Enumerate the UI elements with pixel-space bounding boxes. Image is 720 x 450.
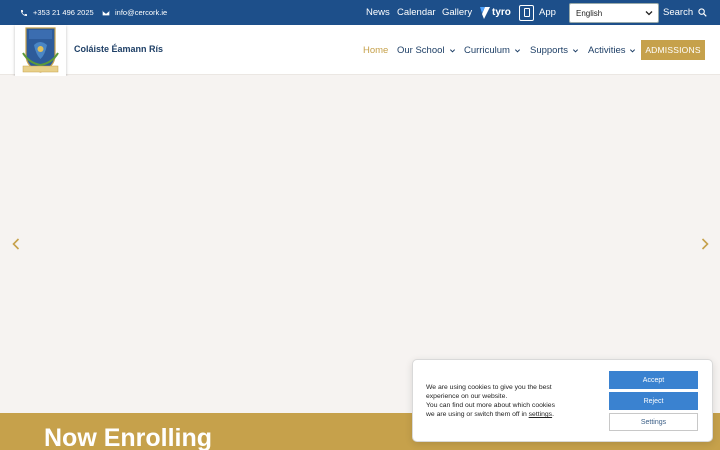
cookie-consent-panel: We are using cookies to give you the bes… [412, 359, 713, 442]
admissions-button[interactable]: ADMISSIONS [641, 40, 705, 60]
enrollment-title: Now Enrolling [44, 424, 213, 450]
nav-home-label: Home [363, 44, 389, 56]
cookie-line-4-prefix: we are using or switch them off in [426, 411, 529, 418]
chevron-down-icon [573, 48, 579, 52]
chevron-down-icon [630, 48, 636, 52]
language-select[interactable]: English [569, 3, 659, 23]
email-contact[interactable]: info@cercork.ie [102, 0, 167, 25]
nav-curriculum-label: Curriculum [464, 44, 510, 56]
nav-activities-label: Activities [588, 44, 626, 56]
language-value: English [576, 8, 603, 18]
top-link-calendar-label: Calendar [397, 7, 436, 18]
slider-prev-arrow-icon[interactable] [9, 236, 23, 252]
site-header: Coláiste Éamann Rís Home Our School Curr… [0, 25, 720, 77]
top-link-news-label: News [366, 7, 390, 18]
cookie-reject-button[interactable]: Reject [609, 392, 698, 410]
cookie-line-4-suffix: . [552, 411, 554, 418]
top-link-calendar[interactable]: Calendar [397, 0, 436, 25]
nav-home[interactable]: Home [363, 25, 388, 75]
cookie-line-2: experience on our website. [426, 393, 508, 400]
cookie-accept-button[interactable]: Accept [609, 371, 698, 389]
tyro-label: tyro [492, 7, 511, 18]
cookie-settings-button[interactable]: Settings [609, 413, 698, 431]
phone-icon [21, 9, 27, 16]
envelope-icon [102, 10, 110, 15]
chevron-down-icon [514, 48, 520, 52]
phone-app-icon [519, 4, 534, 21]
search-button[interactable]: Search [663, 0, 707, 25]
nav-curriculum[interactable]: Curriculum [464, 25, 521, 75]
tyro-logo-icon [480, 6, 490, 19]
app-link[interactable]: App [519, 4, 556, 21]
crest-icon [15, 25, 66, 77]
nav-supports-label: Supports [530, 44, 569, 56]
nav-our-school-label: Our School [397, 44, 445, 56]
search-label: Search [663, 7, 694, 18]
cookie-settings-link[interactable]: settings [529, 411, 552, 418]
top-bar: +353 21 496 2025 info@cercork.ie News Ca… [0, 0, 720, 25]
slider-next-arrow-icon[interactable] [698, 236, 712, 252]
nav-our-school[interactable]: Our School [397, 25, 456, 75]
cookie-line-4: we are using or switch them off in setti… [426, 410, 596, 419]
nav-activities[interactable]: Activities [588, 25, 636, 75]
app-label: App [539, 7, 556, 18]
cookie-line-1: We are using cookies to give you the bes… [426, 384, 552, 391]
school-name[interactable]: Coláiste Éamann Rís [74, 44, 163, 54]
school-crest-logo[interactable] [15, 25, 66, 77]
chevron-down-icon [449, 48, 455, 52]
cookie-line-3: You can find out more about which cookie… [426, 402, 555, 409]
top-link-gallery-label: Gallery [442, 7, 473, 18]
tyro-link[interactable]: tyro [479, 5, 511, 20]
top-link-gallery[interactable]: Gallery [442, 0, 472, 25]
nav-supports[interactable]: Supports [530, 25, 579, 75]
phone-contact[interactable]: +353 21 496 2025 [20, 0, 94, 25]
cookie-message: We are using cookies to give you the bes… [426, 383, 596, 419]
phone-text: +353 21 496 2025 [33, 8, 94, 17]
email-text: info@cercork.ie [115, 8, 168, 17]
chevron-down-icon [645, 11, 653, 16]
search-icon [698, 8, 707, 17]
top-link-news[interactable]: News [366, 0, 390, 25]
